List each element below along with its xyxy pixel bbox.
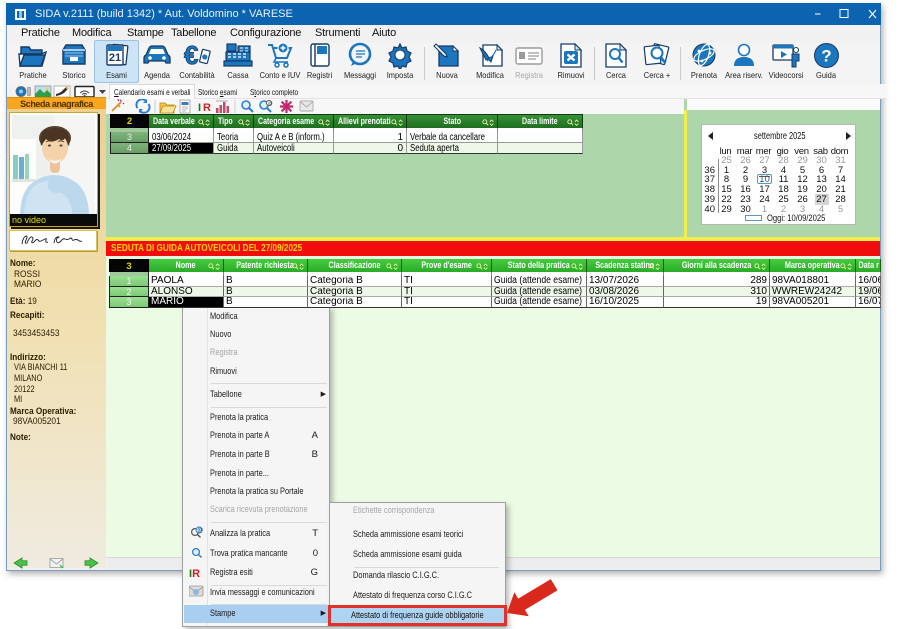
svg-text:I: I (198, 102, 201, 114)
svg-text:R: R (203, 102, 211, 114)
svg-text:€: € (184, 42, 198, 69)
svg-text:@: @ (268, 101, 273, 107)
svg-text:21: 21 (108, 52, 120, 64)
svg-text:@: @ (197, 528, 203, 534)
svg-text:?: ? (821, 47, 831, 66)
